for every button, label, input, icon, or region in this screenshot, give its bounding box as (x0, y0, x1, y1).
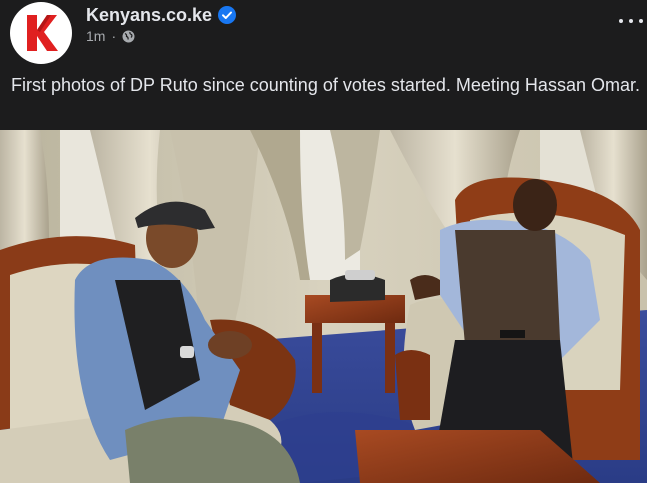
post-photo[interactable] (0, 130, 647, 483)
post-meta: 1m · (86, 27, 135, 45)
post-caption: First photos of DP Ruto since counting o… (11, 75, 640, 95)
page-name-row: Kenyans.co.ke (86, 4, 237, 26)
verified-badge-icon (218, 6, 237, 24)
more-options-button[interactable] (619, 12, 643, 30)
globe-icon[interactable] (122, 30, 135, 43)
kenyans-logo (13, 5, 69, 61)
post-timestamp[interactable]: 1m (86, 28, 105, 44)
kenyans-logo-icon (15, 7, 67, 59)
page-name[interactable]: Kenyans.co.ke (86, 4, 212, 26)
meta-separator: · (111, 28, 117, 44)
page-avatar[interactable] (10, 2, 72, 64)
post-header: Kenyans.co.ke 1m · (0, 0, 647, 64)
meeting-photo (0, 130, 647, 483)
facebook-post: Kenyans.co.ke 1m · First photos of DP Ru… (0, 0, 647, 483)
more-options-icon (619, 19, 623, 23)
